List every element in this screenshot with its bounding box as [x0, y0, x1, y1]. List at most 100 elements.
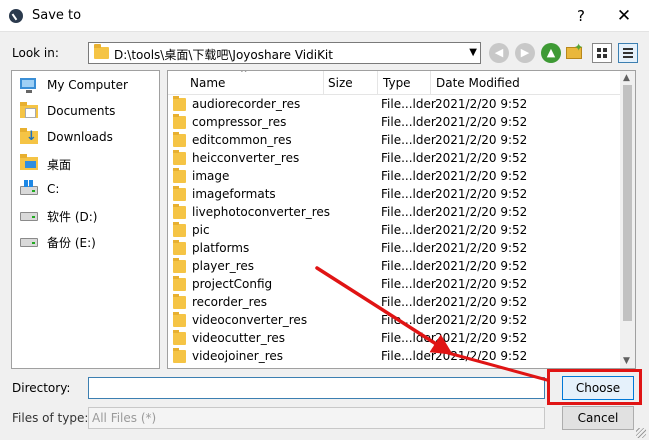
cancel-button[interactable]: Cancel	[562, 406, 634, 430]
file-name: pic	[192, 223, 210, 237]
files-of-type-select[interactable]: All Files (*)	[88, 407, 545, 429]
list-view-button[interactable]	[592, 43, 612, 63]
file-date-modified: 2021/2/20 9:52	[435, 97, 528, 111]
column-divider[interactable]	[377, 71, 378, 95]
sidebar-item-label: My Computer	[47, 78, 128, 92]
file-name: compressor_res	[192, 115, 287, 129]
column-header-date-modified[interactable]: Date Modified	[436, 76, 520, 90]
table-row[interactable]: imageformats File...lder 2021/2/20 9:52	[168, 185, 620, 203]
file-date-modified: 2021/2/20 9:52	[435, 259, 528, 273]
detail-view-button[interactable]	[618, 43, 638, 63]
file-type: File...lder	[381, 223, 436, 237]
file-date-modified: 2021/2/20 9:52	[435, 331, 528, 345]
directory-label: Directory:	[12, 381, 71, 395]
dialog-title: Save to	[32, 8, 82, 23]
table-row[interactable]: heicconverter_res File...lder 2021/2/20 9:…	[168, 149, 620, 167]
grid-view-icon	[597, 48, 607, 58]
file-name: imageformats	[192, 187, 276, 201]
files-of-type-value: All Files (*)	[92, 411, 157, 425]
look-in-combobox[interactable]: D:\tools\桌面\下载吧\Joyoshare VidiKit ▼	[88, 42, 481, 64]
sidebar-item-desktop[interactable]: 桌面	[12, 151, 159, 177]
new-folder-button[interactable]: ✦	[566, 41, 584, 60]
computer-icon	[20, 78, 36, 93]
column-divider[interactable]	[323, 71, 324, 95]
scroll-down-icon[interactable]: ▼	[623, 356, 630, 366]
file-type: File...lder	[381, 115, 436, 129]
folder-icon	[173, 132, 186, 147]
chevron-down-icon[interactable]: ▼	[469, 47, 477, 58]
directory-input[interactable]	[88, 377, 545, 399]
file-type: File...lder	[381, 169, 436, 183]
sort-ascending-icon: ^	[240, 70, 248, 79]
file-date-modified: 2021/2/20 9:52	[435, 349, 528, 363]
column-header-size[interactable]: Size	[328, 76, 353, 90]
column-divider[interactable]	[430, 71, 431, 95]
file-name: image	[192, 169, 230, 183]
parent-directory-button[interactable]: ▲	[541, 43, 561, 63]
table-row[interactable]: recorder_res File...lder 2021/2/20 9:52	[168, 293, 620, 311]
file-name: audiorecorder_res	[192, 97, 301, 111]
sidebar-item-drive-e[interactable]: 备份 (E:)	[12, 229, 159, 255]
table-row[interactable]: editcommon_res File...lder 2021/2/20 9:52	[168, 131, 620, 149]
table-row[interactable]: pic File...lder 2021/2/20 9:52	[168, 221, 620, 239]
sidebar-item-label: 桌面	[47, 158, 72, 172]
drive-icon	[20, 238, 38, 247]
back-button[interactable]: ◀	[489, 43, 509, 63]
column-header-type[interactable]: Type	[383, 76, 411, 90]
sidebar-item-label: 软件 (D:)	[47, 210, 98, 224]
column-header-name[interactable]: Name	[190, 76, 225, 90]
file-date-modified: 2021/2/20 9:52	[435, 151, 528, 165]
sidebar-item-downloads[interactable]: Downloads	[12, 125, 159, 151]
table-row[interactable]: platforms File...lder 2021/2/20 9:52	[168, 239, 620, 257]
file-date-modified: 2021/2/20 9:52	[435, 205, 528, 219]
file-date-modified: 2021/2/20 9:52	[435, 223, 528, 237]
file-date-modified: 2021/2/20 9:52	[435, 133, 528, 147]
file-list: Name ^ Size Type Date Modified audioreco…	[167, 70, 636, 369]
file-name: editcommon_res	[192, 133, 292, 147]
table-row[interactable]: image File...lder 2021/2/20 9:52	[168, 167, 620, 185]
sidebar-item-drive-c[interactable]: C:	[12, 177, 159, 203]
places-sidebar: My Computer Documents Downloads 桌面 C: 软件…	[11, 70, 160, 369]
file-name: projectConfig	[192, 277, 273, 291]
table-row[interactable]: videojoiner_res File...lder 2021/2/20 9:52	[168, 347, 620, 365]
file-date-modified: 2021/2/20 9:52	[435, 241, 528, 255]
folder-icon	[94, 44, 109, 59]
vertical-scrollbar[interactable]: ▲ ▼	[620, 71, 635, 368]
file-type: File...lder	[381, 331, 436, 345]
table-row[interactable]: livephotoconverter_res File...lder 2021/2/…	[168, 203, 620, 221]
folder-icon	[173, 330, 186, 345]
forward-button[interactable]: ▶	[515, 43, 535, 63]
documents-folder-icon	[20, 102, 38, 118]
sidebar-item-drive-d[interactable]: 软件 (D:)	[12, 203, 159, 229]
look-in-label: Look in:	[12, 46, 59, 60]
folder-icon	[173, 168, 186, 183]
table-row[interactable]: videoconverter_res File...lder 2021/2/20 9…	[168, 311, 620, 329]
close-button[interactable]: ✕	[613, 5, 635, 27]
scroll-up-icon[interactable]: ▲	[623, 73, 630, 83]
scrollbar-thumb[interactable]	[623, 85, 632, 321]
table-row[interactable]: audiorecorder_res File...lder 2021/2/20 9:…	[168, 95, 620, 113]
file-type: File...lder	[381, 259, 436, 273]
table-row[interactable]: videocutter_res File...lder 2021/2/20 9:52	[168, 329, 620, 347]
look-in-path: D:\tools\桌面\下载吧\Joyoshare VidiKit	[114, 48, 333, 62]
file-type: File...lder	[381, 241, 436, 255]
choose-button[interactable]: Choose	[562, 376, 634, 400]
sidebar-item-documents[interactable]: Documents	[12, 99, 159, 125]
file-name: videojoiner_res	[192, 349, 284, 363]
folder-icon	[173, 312, 186, 327]
help-button[interactable]: ?	[570, 5, 592, 27]
file-date-modified: 2021/2/20 9:52	[435, 187, 528, 201]
file-date-modified: 2021/2/20 9:52	[435, 169, 528, 183]
file-type: File...lder	[381, 277, 436, 291]
app-icon	[9, 9, 23, 23]
file-name: platforms	[192, 241, 250, 255]
sidebar-item-my-computer[interactable]: My Computer	[12, 73, 159, 99]
table-row[interactable]: projectConfig File...lder 2021/2/20 9:52	[168, 275, 620, 293]
file-name: recorder_res	[192, 295, 267, 309]
resize-grip[interactable]	[636, 428, 646, 438]
folder-icon	[173, 348, 186, 363]
sidebar-item-label: 备份 (E:)	[47, 236, 96, 250]
file-type: File...lder	[381, 187, 436, 201]
table-row[interactable]: compressor_res File...lder 2021/2/20 9:52	[168, 113, 620, 131]
table-row[interactable]: player_res File...lder 2021/2/20 9:52	[168, 257, 620, 275]
